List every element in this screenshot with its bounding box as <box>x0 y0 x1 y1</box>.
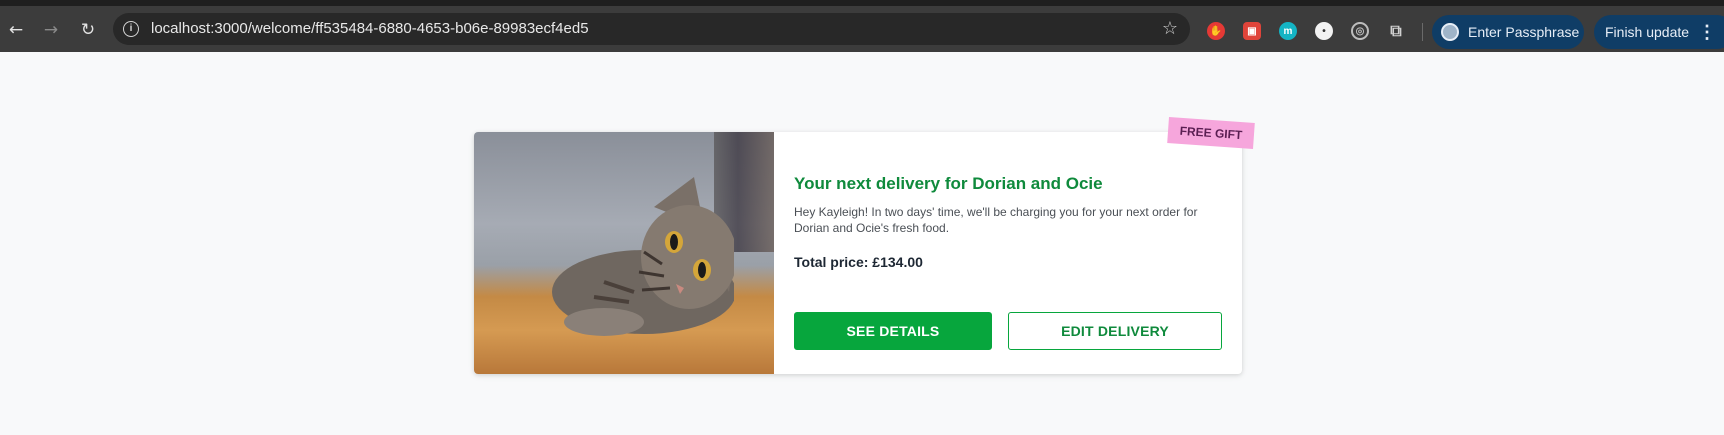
back-arrow-icon[interactable]: ← <box>6 20 26 40</box>
profile-button[interactable]: Enter Passphrase <box>1432 15 1584 49</box>
total-price: Total price: £134.00 <box>794 254 923 270</box>
address-bar[interactable]: i localhost:3000/welcome/ff535484-6880-4… <box>113 13 1190 45</box>
puzzle-icon[interactable]: ⧉ <box>1387 21 1405 40</box>
toolbar-divider <box>1422 23 1423 41</box>
profile-label: Enter Passphrase <box>1468 24 1580 40</box>
avatar <box>1441 23 1459 41</box>
card-description: Hey Kayleigh! In two days' time, we'll b… <box>794 205 1198 235</box>
card-title: Your next delivery for Dorian and Ocie <box>794 174 1103 193</box>
cat-illustration <box>552 177 734 336</box>
red-box-extension-icon[interactable]: ▣ <box>1243 22 1261 40</box>
white-circle-extension-icon[interactable]: • <box>1315 22 1333 40</box>
reload-icon[interactable]: ↻ <box>78 20 98 40</box>
finish-update-button[interactable]: Finish update ⋮ <box>1594 15 1724 49</box>
forward-arrow-icon[interactable]: → <box>41 20 61 40</box>
delivery-card: Your next delivery for Dorian and Ocie H… <box>474 132 1242 374</box>
more-vert-icon[interactable]: ⋮ <box>1698 15 1716 49</box>
star-icon[interactable]: ☆ <box>1162 17 1178 41</box>
site-info-icon[interactable]: i <box>123 21 139 37</box>
card-content: Your next delivery for Dorian and Ocie H… <box>794 132 1222 374</box>
cat-photo <box>474 132 774 374</box>
see-details-button[interactable]: SEE DETAILS <box>794 312 992 350</box>
address-bar-url[interactable]: localhost:3000/welcome/ff535484-6880-465… <box>151 13 589 45</box>
red-hand-extension-icon[interactable]: ✋ <box>1207 22 1225 40</box>
finish-update-label: Finish update <box>1605 24 1690 40</box>
browser-toolbar: ← → ↻ i localhost:3000/welcome/ff535484-… <box>0 6 1724 52</box>
m-extension-icon[interactable]: m <box>1279 22 1297 40</box>
edit-delivery-button[interactable]: EDIT DELIVERY <box>1008 312 1222 350</box>
target-extension-icon[interactable]: ◎ <box>1351 22 1369 40</box>
